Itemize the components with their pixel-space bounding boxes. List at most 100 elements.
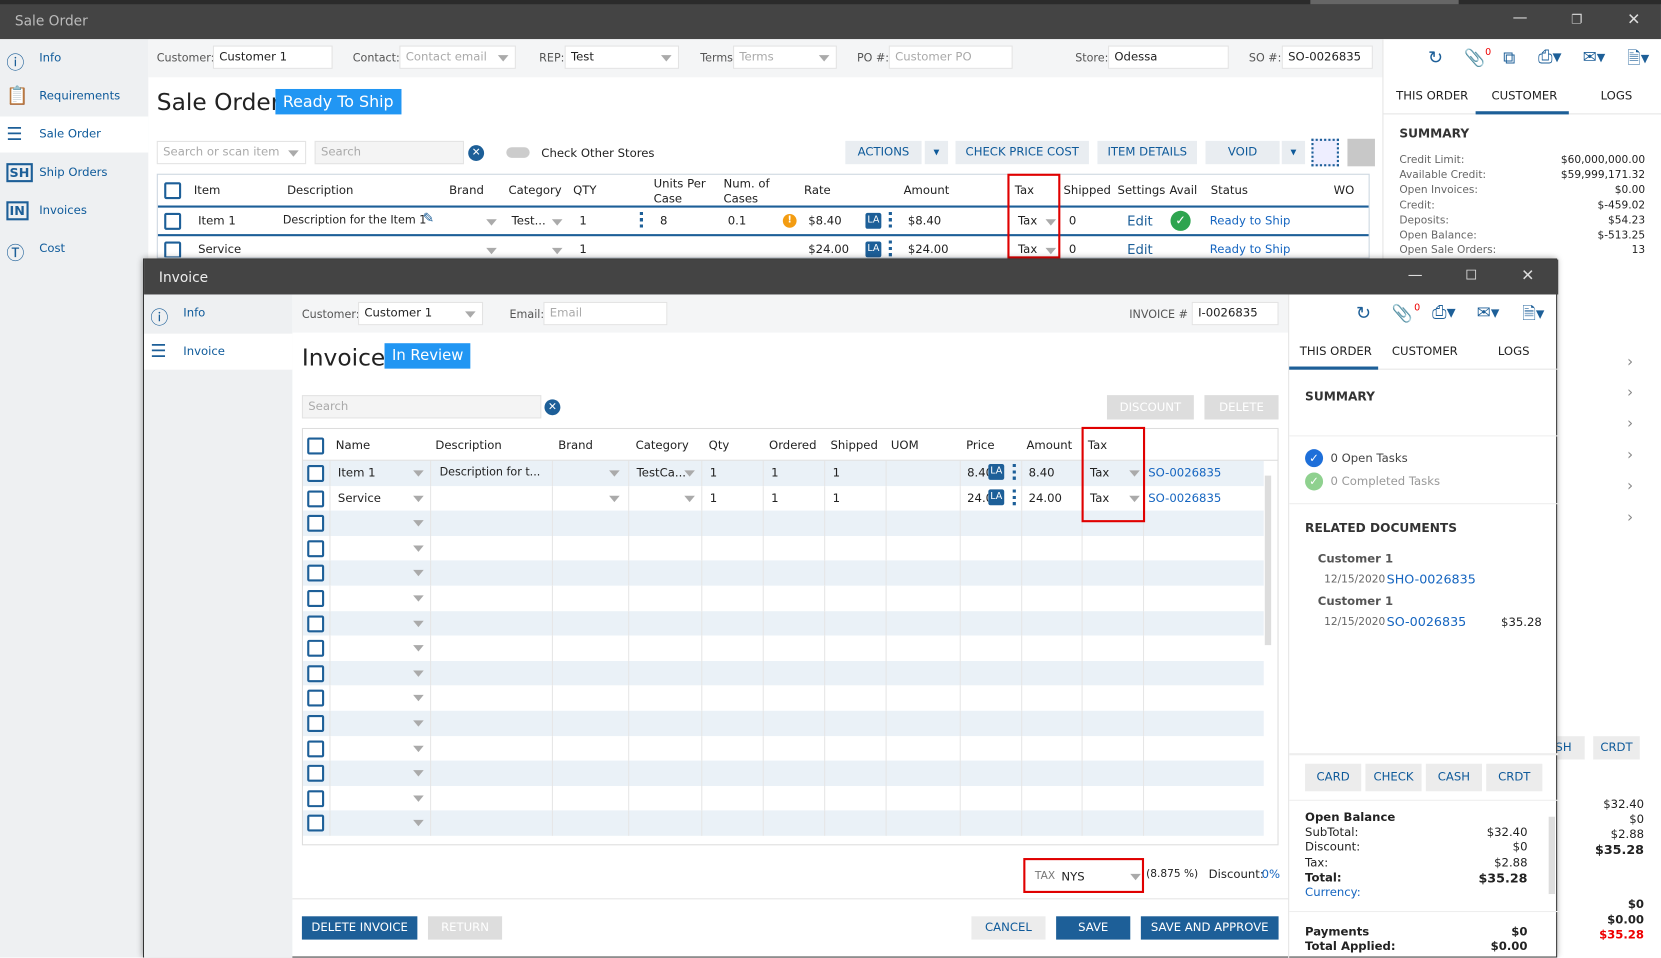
tab-logs[interactable]: LOGS — [1498, 344, 1530, 358]
so-number-field[interactable]: SO-0026835 — [1281, 45, 1373, 69]
crdt-button[interactable]: CRDT — [1593, 736, 1640, 760]
save-and-approve-button[interactable]: SAVE AND APPROVE — [1140, 916, 1279, 940]
chevron-down-icon[interactable] — [413, 645, 424, 652]
status-link[interactable]: Ready to Ship — [1210, 243, 1291, 257]
chevron-right-icon[interactable]: › — [1627, 415, 1633, 432]
status-link[interactable]: Ready to Ship — [1210, 214, 1291, 228]
document-icon[interactable]: 🗎▾ — [1627, 47, 1649, 76]
chevron-down-icon[interactable] — [551, 219, 563, 226]
chevron-down-icon[interactable] — [609, 495, 620, 502]
sidebar-item-sale-order[interactable]: ☰ Sale Order — [0, 116, 149, 153]
invoice-number-field[interactable]: I-0026835 — [1191, 301, 1279, 326]
chevron-down-icon[interactable] — [413, 595, 424, 602]
more-icon[interactable] — [639, 211, 643, 228]
row-checkbox[interactable] — [307, 590, 325, 607]
po-field[interactable]: Customer PO — [888, 45, 1013, 69]
tab-this-order[interactable]: THIS ORDER — [1300, 344, 1372, 358]
edit-link[interactable]: Edit — [1127, 213, 1153, 229]
tax-select[interactable]: TAX NYS — [1023, 858, 1145, 893]
chevron-down-icon[interactable] — [486, 247, 497, 255]
chevron-down-icon[interactable] — [413, 720, 424, 727]
chevron-right-icon[interactable]: › — [1627, 385, 1633, 402]
so-link[interactable]: SO-0026835 — [1148, 466, 1221, 480]
tab-customer[interactable]: CUSTOMER — [1491, 89, 1557, 103]
attachment-icon[interactable]: 📎 — [1392, 303, 1413, 323]
discount-link[interactable]: 0% — [1262, 868, 1280, 882]
row-checkbox[interactable] — [307, 640, 325, 657]
chevron-down-icon[interactable] — [413, 795, 424, 802]
close-icon[interactable]: ✕ — [1627, 10, 1640, 29]
crdt-button[interactable]: CRDT — [1486, 763, 1543, 792]
chevron-down-icon[interactable] — [413, 520, 424, 527]
edit-link[interactable]: Edit — [1127, 242, 1153, 258]
store-field[interactable]: Odessa — [1108, 45, 1229, 69]
tab-customer[interactable]: CUSTOMER — [1392, 344, 1458, 358]
void-button[interactable]: VOID — [1205, 140, 1280, 165]
row-checkbox[interactable] — [307, 515, 325, 532]
item-details-button[interactable]: ITEM DETAILS — [1097, 140, 1198, 165]
layout-icon[interactable] — [1347, 138, 1375, 167]
select-all-checkbox[interactable] — [164, 182, 182, 200]
la-badge[interactable]: LA — [865, 241, 882, 258]
select-area-icon[interactable] — [1311, 138, 1339, 167]
contact-field[interactable]: Contact email — [399, 45, 516, 69]
cash-button[interactable]: CASH — [1425, 763, 1482, 792]
customer-field[interactable]: Customer 1 — [358, 301, 484, 326]
row-checkbox[interactable] — [307, 790, 325, 807]
save-button[interactable]: SAVE — [1056, 916, 1131, 940]
chevron-down-icon[interactable] — [413, 695, 424, 702]
more-icon[interactable] — [888, 211, 892, 228]
return-button[interactable]: RETURN — [427, 916, 503, 940]
check-price-cost-button[interactable]: CHECK PRICE COST — [955, 140, 1089, 165]
delete-button[interactable]: DELETE — [1204, 395, 1279, 420]
chevron-down-icon[interactable] — [684, 495, 695, 502]
rep-field[interactable]: Test — [564, 45, 680, 69]
chevron-down-icon[interactable] — [413, 470, 424, 477]
related-doc-link[interactable]: SHO-0026835 — [1387, 572, 1476, 587]
refresh-icon[interactable]: ↻ — [1428, 48, 1443, 69]
email-icon[interactable]: ✉▾ — [1477, 302, 1500, 322]
row-checkbox[interactable] — [307, 490, 325, 507]
row-checkbox[interactable] — [307, 540, 325, 557]
sidebar-item-info[interactable]: ⓘ Info — [0, 40, 148, 76]
chevron-down-icon[interactable] — [413, 770, 424, 777]
refresh-icon[interactable]: ↻ — [1356, 303, 1371, 324]
open-tasks-link[interactable]: 0 Open Tasks — [1330, 451, 1407, 465]
row-checkbox[interactable] — [164, 241, 182, 258]
la-badge[interactable]: LA — [988, 463, 1005, 480]
clear-search-icon[interactable]: ✕ — [544, 399, 561, 416]
currency-link[interactable]: Currency: — [1305, 886, 1361, 900]
check-button[interactable]: CHECK — [1365, 763, 1422, 792]
row-checkbox[interactable] — [307, 740, 325, 757]
row-checkbox[interactable] — [307, 665, 325, 682]
attachment-icon[interactable]: 📎 — [1464, 48, 1485, 68]
row-checkbox[interactable] — [307, 765, 325, 782]
document-icon[interactable]: 🗎▾ — [1522, 302, 1544, 331]
terms-field[interactable]: Terms — [733, 45, 837, 69]
chevron-down-icon[interactable] — [684, 470, 695, 477]
row-checkbox[interactable] — [307, 565, 325, 582]
email-icon[interactable]: ✉▾ — [1583, 47, 1606, 67]
chevron-right-icon[interactable]: › — [1627, 478, 1633, 495]
void-dropdown-button[interactable]: ▾ — [1281, 140, 1306, 165]
row-checkbox[interactable] — [307, 715, 325, 732]
minimize-icon[interactable]: — — [1408, 267, 1423, 284]
chevron-down-icon[interactable] — [413, 670, 424, 677]
chevron-down-icon[interactable] — [486, 219, 497, 226]
sidebar-item-ship-orders[interactable]: SH Ship Orders — [0, 155, 148, 191]
search-input[interactable]: Search — [314, 140, 464, 165]
chevron-down-icon[interactable] — [609, 470, 620, 477]
print-icon[interactable]: ⎙▾ — [1538, 47, 1561, 68]
email-field[interactable]: Email — [543, 301, 668, 326]
card-button[interactable]: CARD — [1305, 763, 1362, 792]
more-icon[interactable] — [888, 240, 892, 257]
tab-logs[interactable]: LOGS — [1601, 89, 1633, 103]
grid-scrollbar[interactable] — [1264, 475, 1272, 646]
row-checkbox[interactable] — [307, 815, 325, 832]
chevron-down-icon[interactable] — [413, 745, 424, 752]
chevron-down-icon[interactable] — [413, 545, 424, 552]
restore-icon[interactable]: ❐ — [1571, 12, 1582, 27]
chevron-down-icon[interactable] — [413, 495, 424, 502]
sidebar-item-requirements[interactable]: 📋 Requirements — [0, 78, 148, 114]
row-checkbox[interactable] — [307, 690, 325, 707]
